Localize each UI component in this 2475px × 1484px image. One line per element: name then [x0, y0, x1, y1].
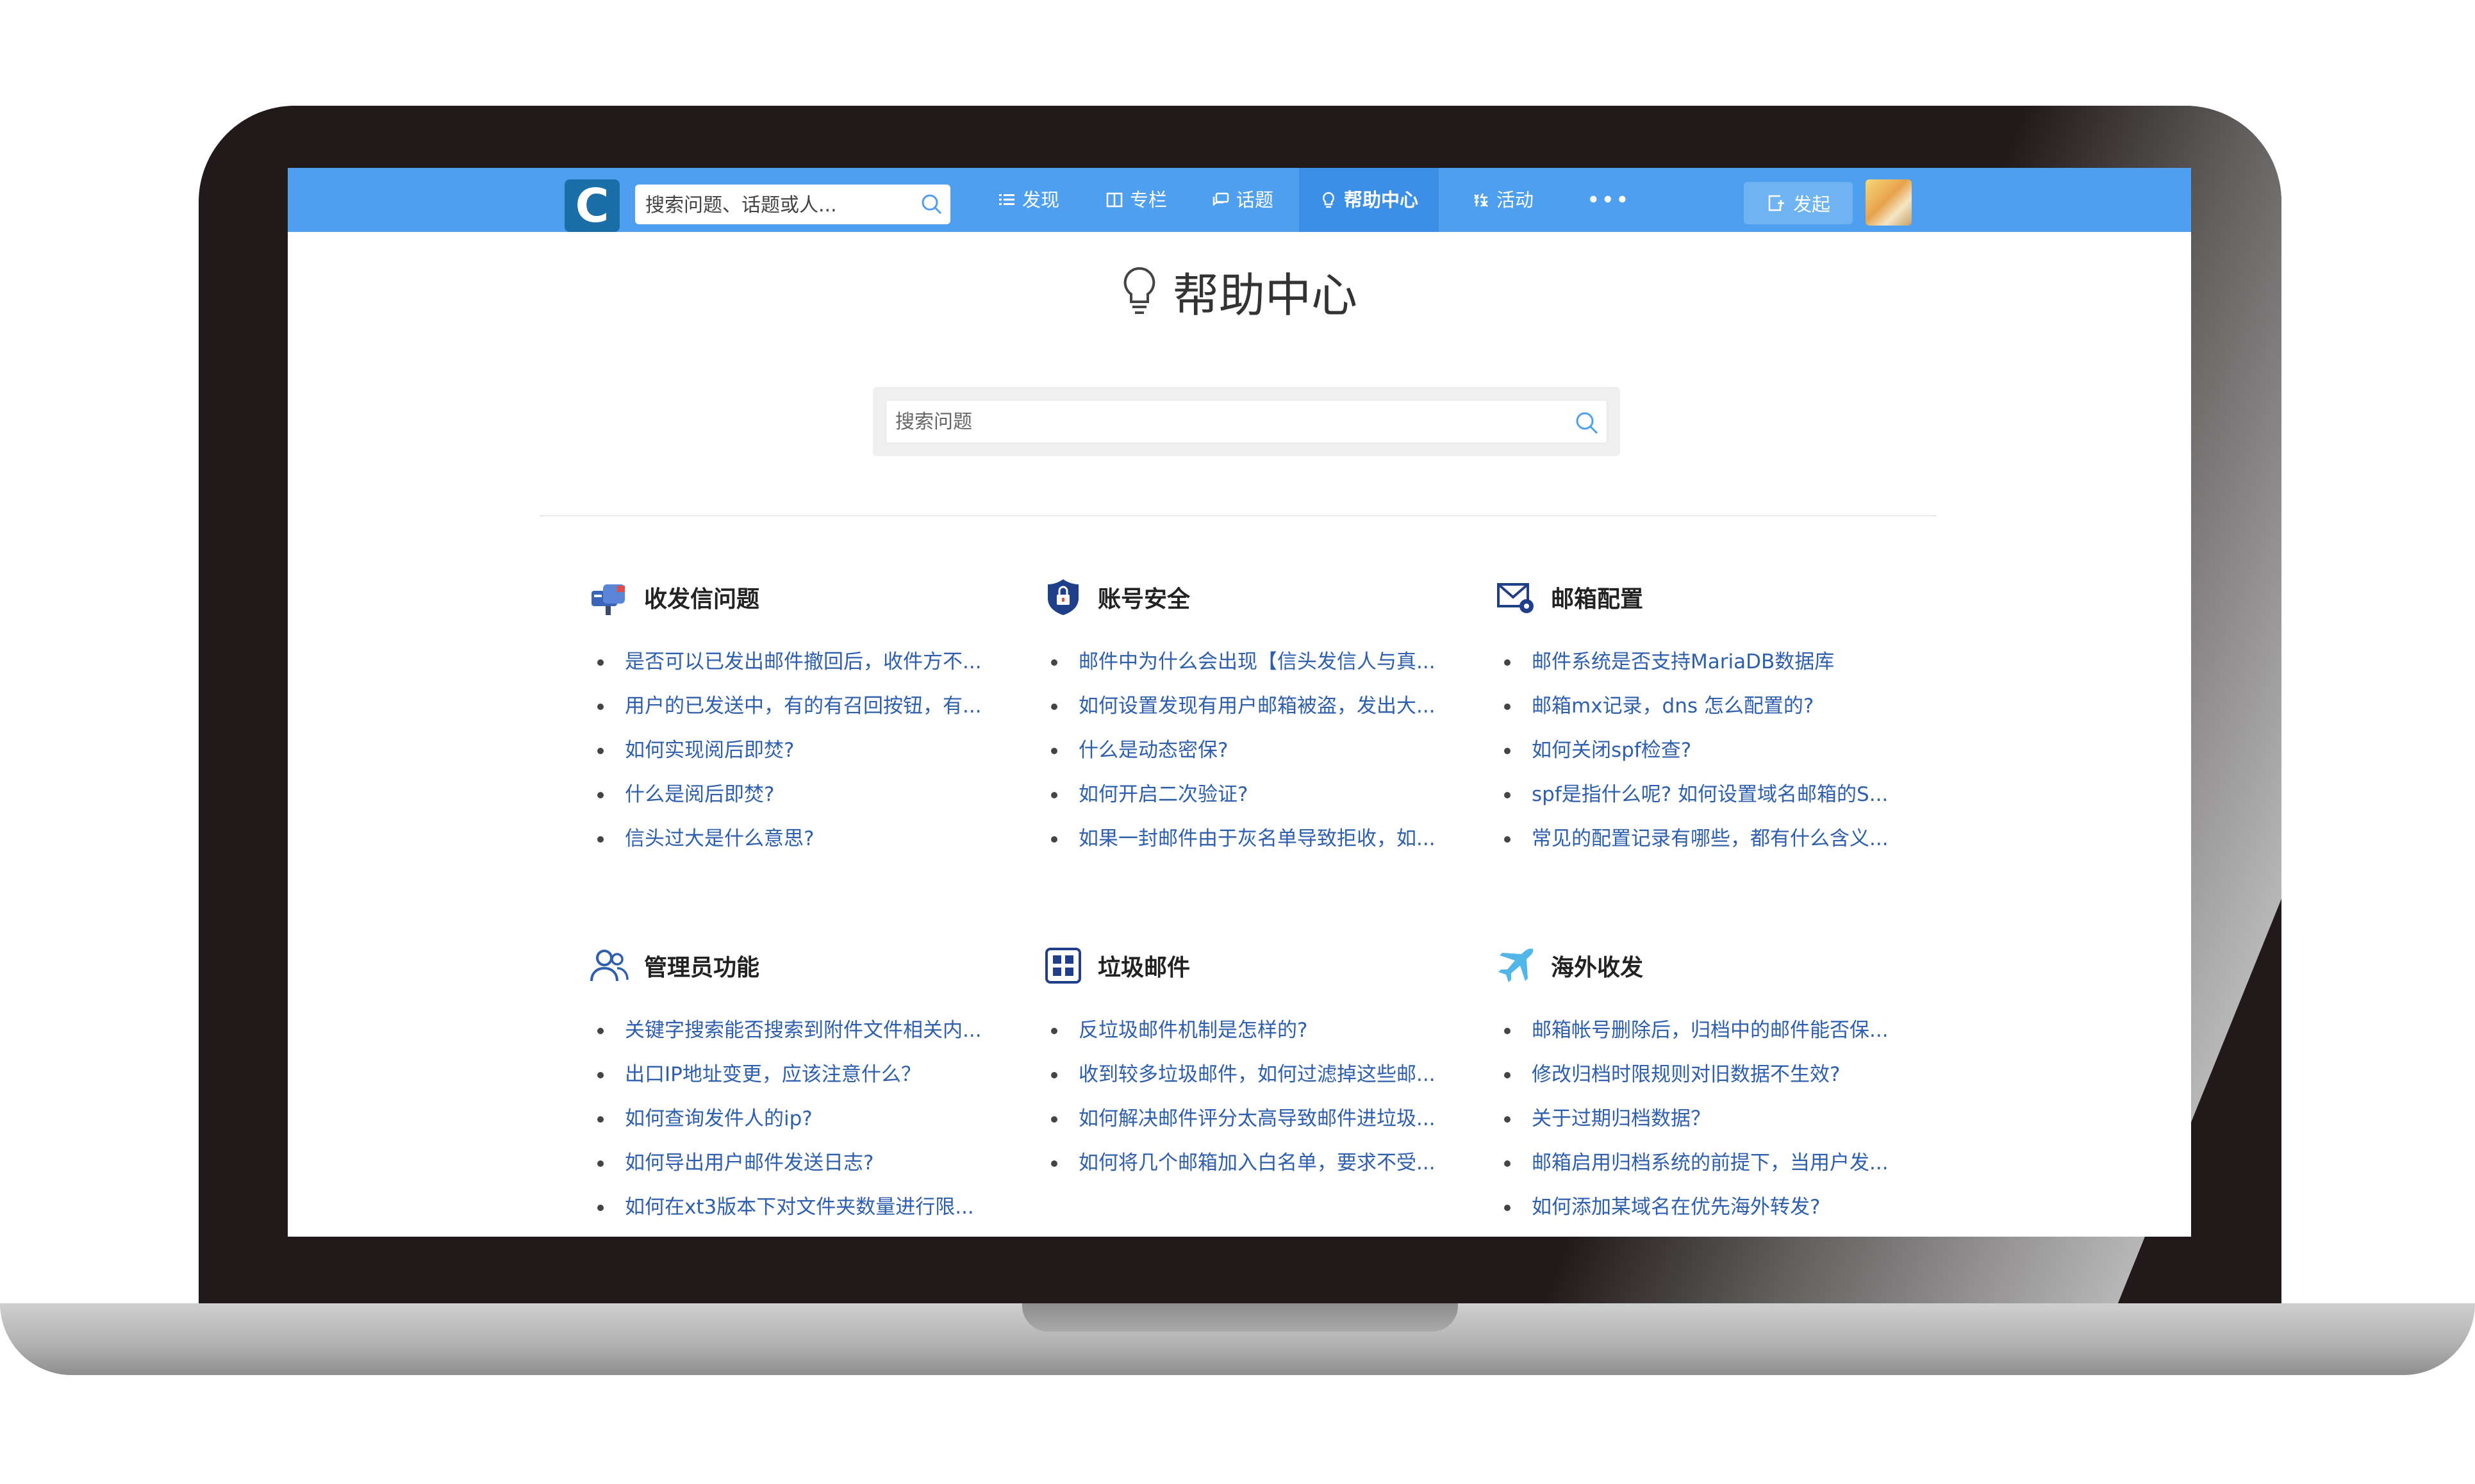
question-link[interactable]: 什么是阅后即焚?	[589, 773, 1025, 817]
section-header: 管理员功能	[589, 943, 1025, 988]
nav-item-discover[interactable]: 发现	[986, 168, 1071, 232]
search-icon[interactable]	[921, 194, 943, 215]
activity-icon	[1474, 193, 1488, 207]
question-link[interactable]: 收到较多垃圾邮件，如何过滤掉这些邮...	[1043, 1053, 1478, 1097]
bulb-icon	[1123, 267, 1155, 314]
mail-settings-icon	[1497, 583, 1534, 613]
new-post-icon	[1768, 195, 1784, 211]
section-mail-config: 邮箱配置 邮件系统是否支持MariaDB数据库 邮箱mx记录，dns 怎么配置的…	[1496, 575, 1932, 861]
question-link[interactable]: 用户的已发送中，有的有召回按钮，有...	[589, 684, 1025, 729]
section-header: 收发信问题	[589, 575, 1025, 620]
top-navbar: C 发现 专栏	[288, 168, 2191, 232]
question-list: 关键字搜索能否搜索到附件文件相关内... 出口IP地址变更，应该注意什么？ 如何…	[589, 1009, 1025, 1230]
logo[interactable]: C	[565, 179, 620, 232]
section-overseas: 海外收发 邮箱帐号删除后，归档中的邮件能否保... 修改归档时限规则对旧数据不生…	[1496, 943, 1932, 1230]
question-link[interactable]: 修改归档时限规则对旧数据不生效?	[1496, 1053, 1932, 1097]
admin-users-icon	[590, 950, 629, 982]
question-link[interactable]: 邮箱启用归档系统的前提下，当用户发...	[1496, 1141, 1932, 1185]
question-link[interactable]: 如何关闭spf检查?	[1496, 729, 1932, 773]
section-header: 垃圾邮件	[1043, 943, 1478, 988]
help-search-box	[873, 387, 1620, 456]
publish-label: 发起	[1792, 194, 1830, 215]
bulb-icon	[1323, 192, 1334, 208]
section-header: 邮箱配置	[1496, 575, 1932, 620]
nav-item-activity[interactable]: 活动	[1461, 168, 1545, 232]
mailbox-icon	[592, 584, 625, 615]
section-title: 管理员功能	[644, 955, 760, 981]
question-link[interactable]: 邮件系统是否支持MariaDB数据库	[1496, 640, 1932, 684]
question-link[interactable]: 关键字搜索能否搜索到附件文件相关内...	[589, 1009, 1025, 1053]
question-link[interactable]: 关于过期归档数据？	[1496, 1097, 1932, 1141]
question-link[interactable]: 如何导出用户邮件发送日志?	[589, 1141, 1025, 1185]
help-search-field	[886, 400, 1607, 443]
question-list: 反垃圾邮件机制是怎样的? 收到较多垃圾邮件，如何过滤掉这些邮... 如何解决邮件…	[1043, 1009, 1478, 1185]
question-link[interactable]: 如果一封邮件由于灰名单导致拒收，如...	[1043, 817, 1478, 861]
question-link[interactable]: 是否可以已发出邮件撤回后，收件方不...	[589, 640, 1025, 684]
page-title-row: 帮助中心	[288, 258, 2191, 325]
question-link[interactable]: 信头过大是什么意思?	[589, 817, 1025, 861]
page-title: 帮助中心	[1172, 268, 1357, 322]
nav-item-label: 活动	[1496, 189, 1534, 211]
section-header: 账号安全	[1043, 575, 1478, 620]
nav-item-help-center[interactable]: 帮助中心	[1299, 168, 1439, 232]
plane-icon	[1498, 948, 1534, 982]
section-title: 邮箱配置	[1551, 586, 1644, 613]
list-icon	[999, 194, 1014, 205]
spam-grid-icon	[1045, 948, 1081, 984]
more-menu-button[interactable]: •••	[1576, 168, 1643, 232]
nav-item-column[interactable]: 专栏	[1094, 168, 1179, 232]
section-account-security: 账号安全 邮件中为什么会出现【信头发信人与真... 如何设置发现有用户邮箱被盗，…	[1043, 575, 1478, 861]
nav-item-label: 话题	[1236, 189, 1274, 211]
question-link[interactable]: 邮箱mx记录，dns 怎么配置的?	[1496, 684, 1932, 729]
question-list: 邮件中为什么会出现【信头发信人与真... 如何设置发现有用户邮箱被盗，发出大..…	[1043, 640, 1478, 861]
question-list: 邮件系统是否支持MariaDB数据库 邮箱mx记录，dns 怎么配置的? 如何关…	[1496, 640, 1932, 861]
section-title: 海外收发	[1551, 955, 1644, 981]
question-link[interactable]: 常见的配置记录有哪些，都有什么含义...	[1496, 817, 1932, 861]
section-spam: 垃圾邮件 反垃圾邮件机制是怎样的? 收到较多垃圾邮件，如何过滤掉这些邮... 如…	[1043, 943, 1478, 1185]
question-link[interactable]: 如何实现阅后即焚?	[589, 729, 1025, 773]
question-link[interactable]: 如何将几个邮箱加入白名单，要求不受...	[1043, 1141, 1478, 1185]
question-list: 是否可以已发出邮件撤回后，收件方不... 用户的已发送中，有的有召回按钮，有..…	[589, 640, 1025, 861]
section-admin: 管理员功能 关键字搜索能否搜索到附件文件相关内... 出口IP地址变更，应该注意…	[589, 943, 1025, 1230]
question-link[interactable]: 如何添加某域名在优先海外转发?	[1496, 1185, 1932, 1230]
nav-search-box	[635, 185, 950, 226]
screen: C 发现 专栏	[288, 168, 2191, 1237]
more-icon: •••	[1587, 189, 1631, 211]
topic-icon	[1213, 192, 1229, 206]
question-link[interactable]: 什么是动态密保?	[1043, 729, 1478, 773]
help-search-input[interactable]	[886, 400, 1550, 443]
section-title: 收发信问题	[644, 586, 760, 613]
question-link[interactable]: 如何解决邮件评分太高导致邮件进垃圾...	[1043, 1097, 1478, 1141]
question-link[interactable]: 如何开启二次验证?	[1043, 773, 1478, 817]
nav-item-label: 专栏	[1130, 189, 1168, 211]
question-link[interactable]: 出口IP地址变更，应该注意什么？	[589, 1053, 1025, 1097]
question-link[interactable]: 如何查询发件人的ip?	[589, 1097, 1025, 1141]
section-title: 垃圾邮件	[1098, 955, 1191, 981]
search-icon[interactable]	[1575, 411, 1599, 435]
columns-icon	[1106, 192, 1123, 208]
question-link[interactable]: 邮件中为什么会出现【信头发信人与真...	[1043, 640, 1478, 684]
laptop-notch	[1022, 1303, 1458, 1331]
question-link[interactable]: spf是指什么呢? 如何设置域名邮箱的S...	[1496, 773, 1932, 817]
avatar[interactable]	[1866, 179, 1912, 226]
nav-item-label: 发现	[1022, 189, 1060, 211]
question-link[interactable]: 邮箱帐号删除后，归档中的邮件能否保...	[1496, 1009, 1932, 1053]
publish-button[interactable]: 发起	[1744, 182, 1853, 224]
nav-item-label: 帮助中心	[1344, 189, 1419, 211]
question-link[interactable]: 如何在xt3版本下对文件夹数量进行限...	[589, 1185, 1025, 1230]
shield-icon	[1048, 579, 1079, 615]
nav-search-input[interactable]	[644, 185, 918, 226]
question-link[interactable]: 反垃圾邮件机制是怎样的?	[1043, 1009, 1478, 1053]
nav-item-topic[interactable]: 话题	[1200, 168, 1285, 232]
question-link[interactable]: 如何设置发现有用户邮箱被盗，发出大...	[1043, 684, 1478, 729]
divider	[540, 515, 1937, 516]
question-list: 邮箱帐号删除后，归档中的邮件能否保... 修改归档时限规则对旧数据不生效? 关于…	[1496, 1009, 1932, 1230]
section-title: 账号安全	[1098, 586, 1191, 613]
section-header: 海外收发	[1496, 943, 1932, 988]
section-mail-issues: 收发信问题 是否可以已发出邮件撤回后，收件方不... 用户的已发送中，有的有召回…	[589, 575, 1025, 861]
